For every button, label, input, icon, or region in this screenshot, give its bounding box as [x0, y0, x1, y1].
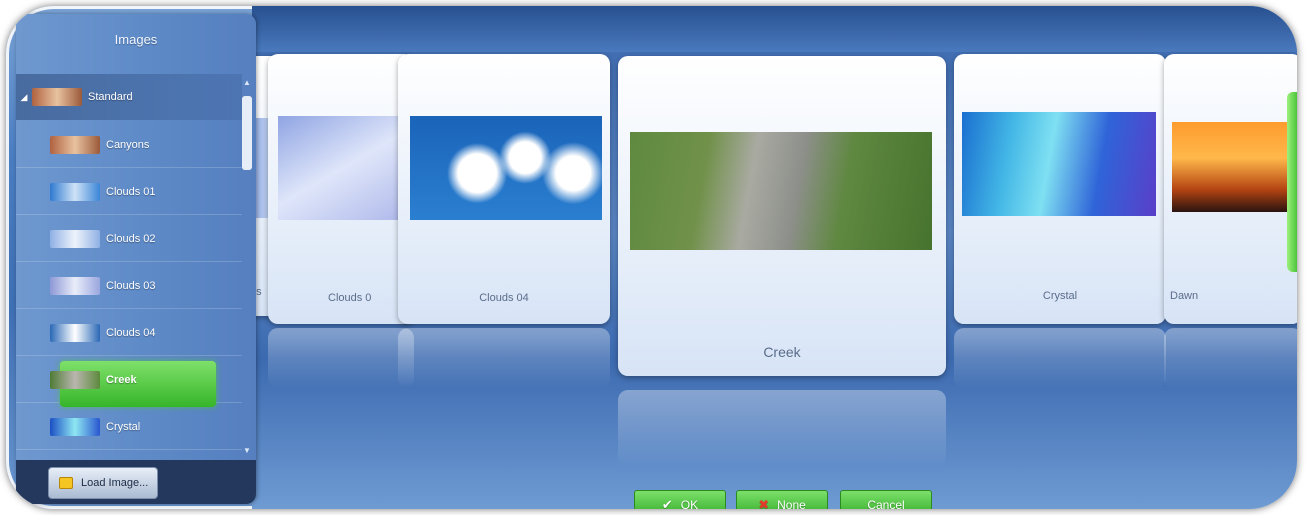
image-list-panel: Images ◢ Standard Canyons Clouds 01 Clouds…	[16, 14, 256, 504]
carousel-card-dawn[interactable]: Dawn	[1164, 54, 1297, 324]
none-button[interactable]: ✖ None	[736, 490, 828, 509]
list-scrollbar[interactable]: ▲ ▼	[240, 78, 254, 456]
item-thumbnail	[50, 182, 100, 201]
cancel-label: Cancel	[867, 498, 905, 509]
card-image	[410, 116, 602, 220]
item-thumbnail	[50, 229, 100, 248]
tree-item-label: Canyons	[106, 138, 150, 151]
item-thumbnail	[50, 370, 100, 389]
card-caption: Creek	[763, 344, 801, 360]
tree-item[interactable]: Clouds 03	[16, 263, 242, 309]
carousel-card-clouds-04[interactable]: Clouds 04	[398, 54, 610, 324]
card-reflection	[618, 390, 946, 466]
group-thumbnail	[32, 88, 82, 106]
scrollbar-thumb[interactable]	[242, 96, 252, 170]
panel-title: Images	[114, 32, 158, 47]
ok-button[interactable]: ✔ OK	[634, 490, 726, 509]
tree-item-label: Creek	[106, 373, 137, 386]
load-image-label: Load Image...	[81, 477, 149, 489]
ok-label: OK	[680, 498, 699, 509]
scroll-down-icon[interactable]: ▼	[242, 446, 252, 456]
background-picker-window: ds Clouds 0 Clouds 04 Creek Crystal Dawn…	[6, 6, 1297, 509]
collapse-arrow-icon[interactable]: ◢	[16, 92, 32, 103]
tree-group-standard[interactable]: ◢ Standard	[16, 74, 242, 120]
card-reflection	[268, 328, 414, 388]
card-image	[962, 112, 1156, 216]
tree-item-label: Clouds 03	[106, 279, 156, 292]
tree-item[interactable]: Clouds 04	[16, 310, 242, 356]
cancel-button[interactable]: Cancel	[840, 490, 932, 509]
none-label: None	[777, 498, 806, 509]
card-caption: Crystal	[1042, 290, 1078, 302]
card-image	[630, 132, 932, 250]
item-thumbnail	[50, 323, 100, 342]
tree-item[interactable]: Canyons	[16, 122, 242, 168]
tree-item[interactable]: Clouds 01	[16, 169, 242, 215]
tree-item[interactable]: Crystal	[16, 404, 242, 450]
card-image	[1172, 122, 1294, 212]
card-image	[278, 116, 408, 220]
card-reflection	[398, 328, 610, 388]
carousel-card-creek-selected[interactable]: Creek	[618, 56, 946, 376]
item-thumbnail	[50, 135, 100, 154]
stage-header-band	[252, 6, 1297, 52]
tree-item[interactable]: Creek	[16, 357, 242, 407]
scroll-right-handle[interactable]	[1287, 92, 1297, 272]
card-caption: Clouds 04	[479, 292, 529, 304]
tree-item[interactable]: Clouds 02	[16, 216, 242, 262]
tree-item-label: Crystal	[106, 420, 141, 433]
item-thumbnail	[50, 276, 100, 295]
load-image-button[interactable]: Load Image...	[48, 467, 158, 499]
tree-item-label: Clouds 01	[106, 185, 156, 198]
checkmark-icon: ✔	[661, 497, 673, 509]
card-reflection	[954, 328, 1166, 388]
carousel-card-crystal[interactable]: Crystal	[954, 54, 1166, 324]
folder-icon	[59, 477, 73, 489]
tree-group-label: Standard	[88, 91, 133, 103]
scroll-up-icon[interactable]: ▲	[242, 78, 252, 88]
card-reflection	[1164, 328, 1297, 388]
tree-item-label: Clouds 04	[106, 326, 156, 339]
card-caption: Dawn	[1170, 290, 1199, 302]
carousel-card-clouds-03[interactable]: Clouds 0	[268, 54, 414, 324]
tree-item-label: Clouds 02	[106, 232, 156, 245]
item-thumbnail	[50, 417, 100, 436]
image-tree: ◢ Standard Canyons Clouds 01 Clouds 02 Clou…	[16, 74, 244, 460]
red-x-icon: ✖	[758, 497, 770, 509]
panel-footer: Load Image...	[16, 460, 256, 504]
